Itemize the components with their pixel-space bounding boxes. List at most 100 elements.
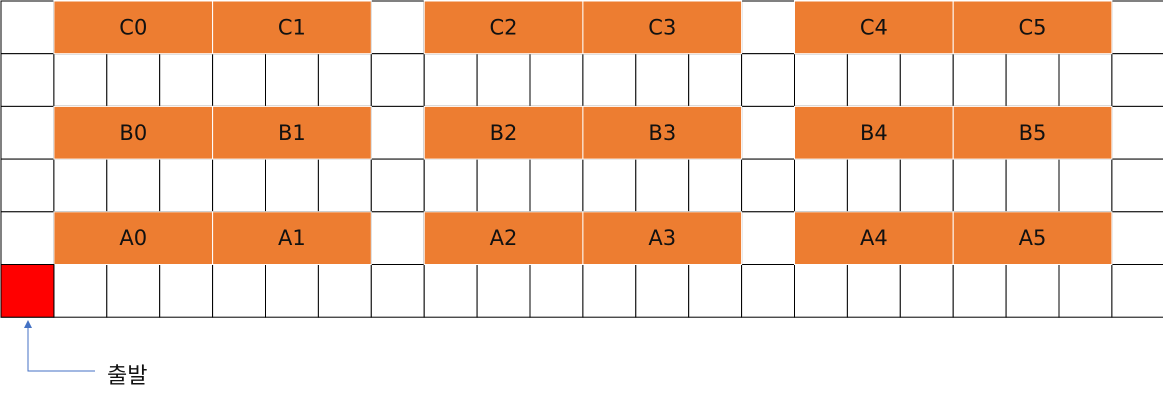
grid-cell (741, 53, 795, 107)
grid-cell (106, 158, 161, 213)
shelf-block-b4: B4 (794, 105, 954, 160)
grid-cell (423, 264, 478, 318)
start-cell (0, 264, 55, 318)
start-arrow-head (24, 320, 32, 328)
shelf-block-a1: A1 (212, 211, 372, 266)
grid-cell (688, 264, 743, 318)
shelf-block-label: C1 (278, 15, 306, 39)
grid-cell (846, 264, 901, 318)
grid-cell (1111, 264, 1163, 318)
shelf-block-c4: C4 (794, 0, 954, 55)
grid-cell (0, 105, 55, 160)
grid-cell (106, 53, 161, 107)
shelf-block-label: B3 (648, 121, 676, 145)
grid-cell (794, 158, 848, 213)
grid-cell (1005, 158, 1060, 213)
grid-cell (476, 53, 531, 107)
shelf-block-b3: B3 (582, 105, 743, 160)
grid-cell (741, 105, 795, 160)
grid-cell (423, 53, 478, 107)
grid-cell (899, 264, 954, 318)
shelf-block-b5: B5 (952, 105, 1113, 160)
shelf-block-label: B5 (1019, 121, 1047, 145)
grid-cell (212, 264, 267, 318)
grid-cell (53, 264, 108, 318)
grid-cell (476, 264, 531, 318)
shelf-block-label: A0 (119, 226, 147, 250)
shelf-block-label: C4 (860, 15, 888, 39)
grid-cell (688, 53, 743, 107)
grid-cell (688, 158, 743, 213)
grid-cell (212, 158, 267, 213)
shelf-block-label: A1 (278, 226, 306, 250)
grid-cell (1058, 158, 1113, 213)
grid-cell (794, 264, 848, 318)
shelf-block-a5: A5 (952, 211, 1113, 266)
grid-cell (53, 53, 108, 107)
grid-cell (899, 158, 954, 213)
grid-cell (106, 264, 161, 318)
shelf-block-a4: A4 (794, 211, 954, 266)
shelf-block-label: A5 (1019, 226, 1047, 250)
grid-cell (159, 158, 214, 213)
grid-cell (317, 53, 372, 107)
shelf-block-label: B4 (860, 121, 888, 145)
grid-cell (0, 158, 55, 213)
grid-cell (635, 53, 690, 107)
grid-cell (1111, 105, 1163, 160)
grid-cell (0, 0, 55, 55)
grid-cell (423, 158, 478, 213)
grid-cell (476, 158, 531, 213)
start-arrow-line (27, 326, 95, 372)
shelf-block-c1: C1 (212, 0, 372, 55)
grid-cell (1058, 53, 1113, 107)
shelf-block-label: C3 (648, 15, 676, 39)
grid-cell (741, 0, 795, 55)
grid-cell (265, 264, 319, 318)
grid-cell (1111, 211, 1163, 266)
grid-cell (1111, 0, 1163, 55)
grid-cell (952, 158, 1007, 213)
grid-cell (370, 158, 425, 213)
grid-cell (370, 211, 425, 266)
start-pointer: 출발 (24, 320, 147, 389)
grid-cell (1111, 53, 1163, 107)
shelf-block-label: B1 (278, 121, 306, 145)
grid-cell (1005, 264, 1060, 318)
grid-cell (1111, 158, 1163, 213)
grid-cell (741, 158, 795, 213)
shelf-block-label: B2 (490, 121, 518, 145)
shelf-block-label: B0 (119, 121, 147, 145)
grid-cell (529, 53, 584, 107)
shelf-block-c5: C5 (952, 0, 1113, 55)
grid-cell (635, 158, 690, 213)
grid-cell (0, 211, 55, 266)
shelf-block-b1: B1 (212, 105, 372, 160)
shelf-block-label: C0 (119, 15, 147, 39)
grid-cell (529, 264, 584, 318)
grid-cell (899, 53, 954, 107)
grid-cell (741, 264, 795, 318)
shelf-blocks: C0 C1 C2 C3 C4 C5 B0 B1 B2 B3 B4 B5 A0 A1 A2 A3 A4 A5 (53, 0, 1113, 266)
grid-cell (1058, 264, 1113, 318)
grid-cell (741, 211, 795, 266)
shelf-block-c2: C2 (423, 0, 584, 55)
grid-cell (794, 53, 848, 107)
grid-cell (317, 264, 372, 318)
grid-cell (952, 53, 1007, 107)
grid-cell (370, 105, 425, 160)
grid-cell (1005, 53, 1060, 107)
grid-cell (952, 264, 1007, 318)
grid-cell (265, 53, 319, 107)
grid-cell (582, 264, 637, 318)
warehouse-layout-diagram: C0 C1 C2 C3 C4 C5 B0 B1 B2 B3 B4 B5 A0 A1 A2 A3 A4 A5 출발 (0, 0, 1163, 389)
shelf-block-label: A4 (860, 226, 888, 250)
shelf-block-label: A2 (490, 226, 518, 250)
shelf-block-label: C2 (489, 15, 517, 39)
grid-cell (846, 53, 901, 107)
grid-cell (159, 53, 214, 107)
grid-cell (370, 264, 425, 318)
shelf-block-b2: B2 (423, 105, 584, 160)
grid-cell (53, 158, 108, 213)
grid-cell (370, 53, 425, 107)
